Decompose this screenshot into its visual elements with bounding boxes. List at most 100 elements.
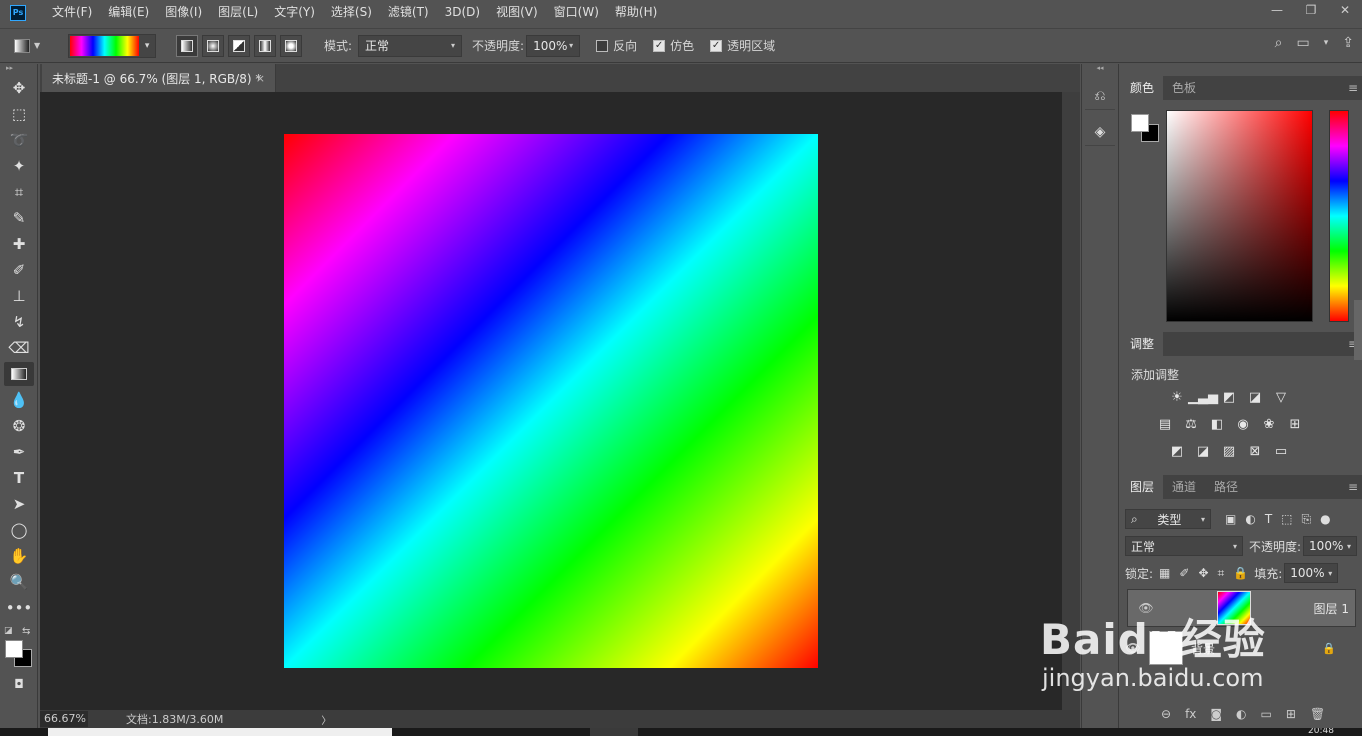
lock-transparency-icon[interactable]: ▦ [1159, 566, 1170, 581]
brush-tool-icon[interactable]: ✐ [4, 258, 34, 282]
menu-type[interactable]: 文字(Y) [266, 0, 323, 25]
dither-checkbox[interactable]: ✓ 仿色 [653, 37, 694, 54]
shape-filter-icon[interactable]: ⬚ [1281, 512, 1292, 527]
opacity-input[interactable]: 100% ▾ [526, 34, 581, 57]
hand-tool-icon[interactable]: ✋ [4, 544, 34, 568]
restore-button[interactable]: ❐ [1294, 0, 1328, 20]
zoom-level[interactable]: 66.67% [40, 711, 88, 727]
search-icon[interactable]: ⌕ [1275, 35, 1283, 51]
tab-adjustments[interactable]: 调整 [1121, 332, 1164, 356]
visibility-eye-icon[interactable]: 👁 [1134, 601, 1158, 615]
exposure-icon[interactable]: ◪ [1245, 387, 1265, 407]
new-layer-icon[interactable]: ⊞ [1286, 707, 1296, 721]
workspace-icon[interactable]: ▭ [1297, 35, 1310, 51]
blend-mode-select[interactable]: 正常 ▾ [1125, 536, 1243, 556]
zoom-tool-icon[interactable]: 🔍 [4, 570, 34, 594]
ellipse-tool-icon[interactable]: ◯ [4, 518, 34, 542]
document-tab[interactable]: 未标题-1 @ 66.7% (图层 1, RGB/8) * × [42, 64, 276, 92]
eyedropper-tool-icon[interactable]: ✎ [4, 206, 34, 230]
share-icon[interactable]: ⇪ [1342, 35, 1354, 51]
hue-saturation-icon[interactable]: ▤ [1155, 414, 1175, 434]
foreground-color-swatch[interactable] [1131, 114, 1149, 132]
tab-paths[interactable]: 路径 [1205, 475, 1247, 499]
close-tab-icon[interactable]: × [256, 72, 265, 85]
chevron-down-icon[interactable]: ▾ [139, 41, 155, 51]
gradient-map-icon[interactable]: ▭ [1271, 441, 1291, 461]
lasso-tool-icon[interactable]: ➰ [4, 128, 34, 152]
gradient-picker[interactable]: ▾ [68, 33, 156, 58]
vibrance-icon[interactable]: ▽ [1271, 387, 1291, 407]
new-adjustment-layer-icon[interactable]: ◐ [1236, 707, 1246, 721]
gradient-preview[interactable] [70, 35, 140, 56]
layer-row[interactable]: 👁 背景 🔒 [1121, 629, 1350, 667]
levels-icon[interactable]: ▁▃▅ [1188, 387, 1218, 407]
add-mask-icon[interactable]: ◙ [1210, 707, 1222, 721]
tab-layers[interactable]: 图层 [1121, 475, 1164, 499]
path-selection-tool-icon[interactable]: ➤ [4, 492, 34, 516]
radial-gradient-button[interactable] [202, 34, 224, 57]
gradient-tool-icon[interactable] [4, 362, 34, 386]
visibility-eye-icon[interactable]: 👁 [1121, 641, 1145, 655]
color-lookup-icon[interactable]: ⊞ [1285, 414, 1305, 434]
vertical-scrollbar[interactable] [1062, 92, 1080, 710]
layer-filter-select[interactable]: ⌕ 类型 ▾ [1125, 509, 1211, 529]
transparency-checkbox[interactable]: ✓ 透明区域 [710, 37, 775, 54]
reverse-check-box[interactable] [596, 39, 609, 52]
fill-input[interactable]: 100% ▾ [1284, 563, 1339, 583]
layer-name[interactable]: 图层 1 [1314, 600, 1349, 617]
chevron-down-icon[interactable]: ▾ [1328, 569, 1332, 578]
lock-pixels-icon[interactable]: ✐ [1179, 566, 1189, 581]
pixel-filter-icon[interactable]: ▣ [1225, 512, 1236, 527]
lock-position-icon[interactable]: ✥ [1198, 566, 1208, 581]
more-tools-icon[interactable]: ••• [4, 596, 34, 620]
eraser-tool-icon[interactable]: ⌫ [4, 336, 34, 360]
layer-opacity-input[interactable]: 100% ▾ [1303, 536, 1358, 556]
chevron-down-icon[interactable]: ▾ [1347, 542, 1351, 551]
menu-image[interactable]: 图像(I) [157, 0, 210, 25]
photo-filter-icon[interactable]: ◉ [1233, 414, 1253, 434]
link-layers-icon[interactable]: ⊖ [1161, 707, 1171, 721]
collapse-toolbar-icon[interactable]: ▸▸ [0, 64, 37, 74]
new-group-icon[interactable]: ▭ [1261, 707, 1272, 721]
selective-color-icon[interactable]: ⊠ [1245, 441, 1265, 461]
lock-all-icon[interactable]: 🔒 [1233, 566, 1248, 581]
menu-file[interactable]: 文件(F) [44, 0, 100, 25]
menu-filter[interactable]: 滤镜(T) [380, 0, 437, 25]
brightness-icon[interactable]: ☀ [1167, 387, 1187, 407]
menu-help[interactable]: 帮助(H) [607, 0, 665, 25]
tab-swatches[interactable]: 色板 [1163, 76, 1205, 100]
diamond-gradient-button[interactable] [280, 34, 302, 57]
menu-layer[interactable]: 图层(L) [210, 0, 266, 25]
dither-check-box[interactable]: ✓ [653, 39, 666, 52]
pen-tool-icon[interactable]: ✒ [4, 440, 34, 464]
hue-slider[interactable] [1329, 110, 1349, 322]
curves-icon[interactable]: ◩ [1219, 387, 1239, 407]
mode-select[interactable]: 正常 ▾ [358, 34, 463, 57]
panel-menu-icon[interactable]: ≡ [1348, 76, 1358, 100]
layer-name[interactable]: 背景 [1191, 640, 1215, 657]
transparency-check-box[interactable]: ✓ [710, 39, 723, 52]
layer-row[interactable]: 👁 图层 1 [1127, 589, 1356, 627]
smart-object-filter-icon[interactable]: ⎘ [1302, 512, 1312, 527]
quick-mask-icon[interactable]: ◘ [4, 672, 34, 696]
invert-icon[interactable]: ◩ [1167, 441, 1187, 461]
menu-window[interactable]: 窗口(W) [546, 0, 607, 25]
menu-3d[interactable]: 3D(D) [437, 0, 488, 25]
chevron-down-icon[interactable]: ▾ [569, 41, 573, 50]
delete-layer-icon[interactable]: 🗑 [1310, 707, 1325, 721]
expand-panels-icon[interactable]: ◂◂ [1082, 64, 1118, 74]
panel-menu-icon[interactable]: ≡ [1348, 475, 1358, 499]
posterize-icon[interactable]: ◪ [1193, 441, 1213, 461]
channel-mixer-icon[interactable]: ❀ [1259, 414, 1279, 434]
panel-scrollbar[interactable] [1354, 300, 1362, 360]
dodge-tool-icon[interactable]: ❂ [4, 414, 34, 438]
lock-artboard-icon[interactable]: ⌗ [1218, 566, 1225, 581]
menu-view[interactable]: 视图(V) [488, 0, 546, 25]
blur-tool-icon[interactable]: 💧 [4, 388, 34, 412]
tool-preset-picker[interactable]: ▼ [14, 34, 54, 58]
black-white-icon[interactable]: ◧ [1207, 414, 1227, 434]
menu-edit[interactable]: 编辑(E) [100, 0, 157, 25]
adjustment-filter-icon[interactable]: ◐ [1245, 512, 1255, 527]
chevron-down-icon[interactable]: ▾ [1324, 38, 1329, 48]
reverse-checkbox[interactable]: 反向 [596, 37, 637, 54]
